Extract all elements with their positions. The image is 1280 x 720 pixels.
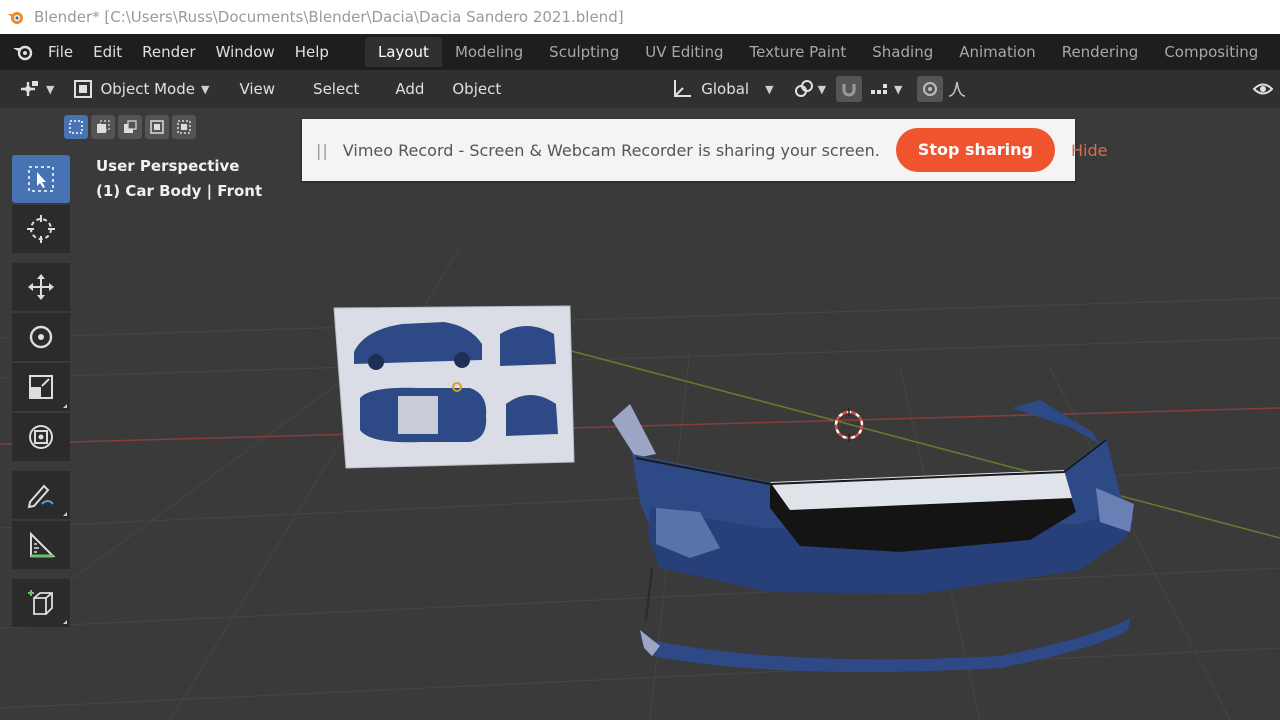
stop-sharing-button[interactable]: Stop sharing [895,128,1055,172]
tab-animation[interactable]: Animation [946,37,1048,67]
chevron-down-icon: ▼ [894,82,903,96]
visibility-eye-icon[interactable] [1252,78,1274,100]
chevron-down-icon: ▼ [765,82,774,96]
viewport-object-label: (1) Car Body | Front [96,182,263,200]
tab-layout[interactable]: Layout [364,37,442,67]
tab-shading[interactable]: Shading [859,37,946,67]
car-body-front-mesh [612,400,1134,672]
scale-icon [29,375,53,399]
tool-cursor[interactable] [12,205,70,253]
screen-sharing-notification: || Vimeo Record - Screen & Webcam Record… [302,119,1107,181]
viewport-perspective-label: User Perspective [96,157,240,175]
orientation-axes-icon [674,80,692,97]
submenu-corner-icon [63,620,67,624]
select-subtract-icon [124,120,137,133]
tab-uv-editing[interactable]: UV Editing [632,37,736,67]
editor-type-dropdown[interactable]: ▼ [18,79,54,99]
select-extend-icon [97,120,110,133]
workspace-tabs: Layout Modeling Sculpting UV Editing Tex… [364,34,1271,70]
sharing-message: Vimeo Record - Screen & Webcam Recorder … [342,140,880,160]
hide-notification-link[interactable]: Hide [1071,141,1107,160]
chevron-down-icon: ▼ [817,82,827,96]
menu-object[interactable]: Object [452,70,501,108]
menu-help[interactable]: Help [285,34,339,70]
menu-window[interactable]: Window [206,34,285,70]
menu-render[interactable]: Render [132,34,205,70]
viewport-info-overlay: User Perspective (1) Car Body | Front [96,154,262,204]
blender-logo-icon [8,12,23,24]
select-cursor-icon [28,166,54,192]
tool-annotate[interactable] [12,471,70,519]
window-titlebar: Blender* [C:\Users\Russ\Documents\Blende… [0,0,1280,34]
tab-rendering[interactable]: Rendering [1049,37,1152,67]
proportional-edit-toggle[interactable] [916,76,977,102]
snap-toggle[interactable] [836,76,863,102]
selection-mode-buttons [64,115,196,139]
drag-handle[interactable]: || [316,141,329,160]
menu-select[interactable]: Select [313,70,359,108]
object-mode-icon [74,80,93,98]
reference-image-plane [333,305,575,469]
tool-measure[interactable] [12,521,70,569]
falloff-curve-icon [948,81,965,97]
menu-file[interactable]: File [38,34,83,70]
tool-select-box[interactable] [12,155,70,203]
mode-dropdown[interactable]: Object Mode ▼ [72,70,209,108]
menu-add[interactable]: Add [395,70,424,108]
3d-viewport[interactable]: User Perspective (1) Car Body | Front [0,108,1280,720]
submenu-corner-icon [63,512,67,516]
mode-label: Object Mode [100,80,195,98]
pivot-dropdown[interactable]: ▼ [792,78,826,100]
3d-cursor-icon [27,215,55,243]
measure-ruler-icon [30,531,56,558]
tool-scale[interactable] [12,363,70,411]
select-invert-icon [150,120,164,134]
snap-increment-icon [871,84,888,94]
link-pivot-icon [794,80,813,97]
editor-type-icon [21,81,38,96]
menu-view[interactable]: View [239,70,275,108]
viewport-header: ▼ Object Mode ▼ View Select Add Object G… [0,70,1280,108]
select-extend-button[interactable] [91,115,115,139]
snap-target-dropdown[interactable]: ▼ [868,78,903,100]
select-intersect-icon [177,120,191,134]
move-arrows-icon [28,274,54,300]
menu-edit[interactable]: Edit [83,34,132,70]
chevron-down-icon: ▼ [200,82,210,96]
tool-add-cube[interactable] [12,579,70,627]
add-cube-icon [28,590,53,615]
select-subtract-button[interactable] [118,115,142,139]
tool-shelf [12,155,70,629]
select-new-button[interactable] [64,115,88,139]
snap-magnet-icon [836,76,863,102]
select-new-icon [69,120,83,134]
annotate-pencil-icon [27,484,54,509]
tab-texture-paint[interactable]: Texture Paint [736,37,859,67]
tab-compositing[interactable]: Compositing [1151,37,1271,67]
select-intersect-button[interactable] [172,115,196,139]
orientation-label: Global [701,80,750,98]
tool-transform[interactable] [12,413,70,461]
tab-sculpting[interactable]: Sculpting [536,37,632,67]
tool-move[interactable] [12,263,70,311]
select-invert-button[interactable] [145,115,169,139]
proportional-edit-icon [916,76,943,102]
tool-rotate[interactable] [12,313,70,361]
blender-menu-icon[interactable] [8,34,38,70]
transform-orientation-dropdown[interactable]: Global ▼ [669,70,774,108]
tab-modeling[interactable]: Modeling [442,37,536,67]
transform-icon [29,425,53,449]
chevron-down-icon: ▼ [46,82,55,96]
window-title: Blender* [C:\Users\Russ\Documents\Blende… [34,8,624,26]
top-menu-bar: File Edit Render Window Help Layout Mode… [0,34,1280,70]
rotate-icon [29,325,53,349]
submenu-corner-icon [63,404,67,408]
